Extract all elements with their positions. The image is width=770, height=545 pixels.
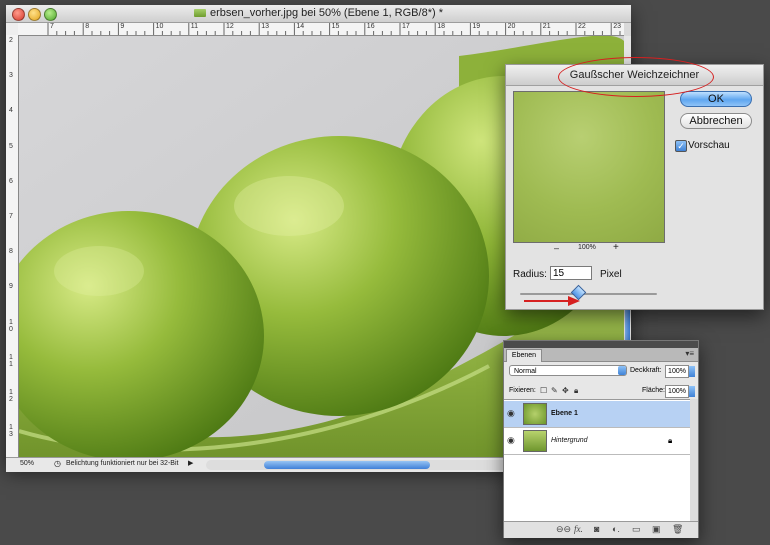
visibility-eye-icon[interactable]: ◉ bbox=[507, 408, 515, 419]
gaussian-blur-dialog: Gaußscher Weichzeichner – 100% + OK Abbr… bbox=[505, 64, 764, 310]
ruler-left-tick-label: 13 bbox=[9, 424, 13, 439]
layers-tabbar: Ebenen ▾≡ bbox=[504, 348, 698, 362]
preview-checkbox-label: Vorschau bbox=[688, 140, 730, 151]
lock-transparency-icon[interactable]: ☐ bbox=[540, 386, 547, 395]
ruler-left-tick-label: 10 bbox=[9, 318, 13, 333]
layers-panel-grip[interactable] bbox=[504, 341, 698, 348]
panel-menu-icon[interactable]: ▾≡ bbox=[685, 349, 694, 358]
preview-checkbox[interactable]: ✓ bbox=[675, 140, 687, 152]
ruler-left-tick-label: 4 bbox=[9, 107, 13, 115]
fill-label: Fläche: bbox=[642, 387, 665, 394]
blend-mode-chevron-icon bbox=[618, 366, 626, 375]
preview-zoom-in-button[interactable]: + bbox=[613, 242, 619, 253]
layer-row[interactable]: ◉ Hintergrund 🔒︎ bbox=[504, 428, 690, 455]
ruler-vertical[interactable]: 234567891011121314 bbox=[6, 35, 19, 462]
blend-mode-value: Normal bbox=[514, 368, 537, 375]
layers-list: ◉ Ebene 1 ◉ Hintergrund 🔒︎ bbox=[504, 399, 690, 522]
lock-position-icon[interactable]: ✥ bbox=[562, 386, 569, 395]
layer-style-fx-icon[interactable]: fx. bbox=[574, 524, 583, 534]
ruler-top-tick-label: 17 bbox=[402, 23, 410, 30]
ruler-top-tick-label: 13 bbox=[261, 23, 269, 30]
ruler-top-tick-label: 15 bbox=[331, 23, 340, 30]
lock-all-icon[interactable]: 🔒︎ bbox=[574, 386, 578, 396]
ruler-top-tick-label: 16 bbox=[366, 23, 375, 30]
new-group-icon[interactable]: ▭ bbox=[632, 524, 641, 535]
radius-label: Radius: bbox=[513, 269, 547, 280]
ruler-top-tick-label: 22 bbox=[578, 23, 586, 30]
ruler-top-tick-label: 18 bbox=[437, 23, 445, 30]
lock-pixels-icon[interactable]: ✎ bbox=[551, 386, 558, 395]
ruler-left-tick-label: 8 bbox=[9, 248, 13, 256]
layer-row[interactable]: ◉ Ebene 1 bbox=[504, 401, 690, 428]
new-layer-icon[interactable]: ▣ bbox=[652, 524, 661, 535]
ruler-left-tick-label: 3 bbox=[9, 72, 13, 80]
layers-panel: Ebenen ▾≡ Normal Deckkraft: 100% Fixiere… bbox=[503, 340, 699, 538]
ruler-left-tick-label: 7 bbox=[9, 213, 13, 220]
link-layers-icon[interactable]: ⊖⊖ bbox=[556, 524, 571, 535]
ruler-top-tick-label: 8 bbox=[85, 23, 90, 30]
document-title: erbsen_vorher.jpg bei 50% (Ebene 1, RGB/… bbox=[210, 7, 443, 19]
ruler-top-tick-label: 19 bbox=[472, 23, 481, 30]
add-mask-icon[interactable]: ◙ bbox=[594, 524, 599, 534]
ruler-top-tick-label: 7 bbox=[50, 23, 54, 30]
layers-scrollbar[interactable] bbox=[690, 399, 698, 521]
adjustment-layer-icon[interactable]: ◐. bbox=[612, 524, 620, 534]
ruler-left-tick-label: 6 bbox=[9, 177, 13, 185]
document-title-wrap: erbsen_vorher.jpg bei 50% (Ebene 1, RGB/… bbox=[6, 7, 631, 19]
opacity-field[interactable]: 100% bbox=[665, 365, 689, 378]
ok-button[interactable]: OK bbox=[680, 91, 752, 107]
ruler-left-tick-label: 9 bbox=[9, 283, 13, 291]
status-menu-arrow-icon[interactable]: ▶ bbox=[188, 459, 193, 467]
ruler-top-tick-label: 23 bbox=[613, 23, 621, 30]
preview-zoom-level: 100% bbox=[578, 244, 596, 251]
ruler-top-tick-label: 21 bbox=[542, 23, 551, 30]
opacity-label: Deckkraft: bbox=[630, 367, 662, 374]
visibility-eye-icon[interactable]: ◉ bbox=[507, 435, 515, 446]
radius-input[interactable] bbox=[550, 266, 592, 280]
fill-stepper-icon[interactable] bbox=[689, 386, 695, 397]
ruler-left-tick-label: 11 bbox=[9, 353, 13, 368]
tab-layers[interactable]: Ebenen bbox=[506, 349, 542, 362]
fill-field[interactable]: 100% bbox=[665, 385, 689, 398]
blur-preview[interactable] bbox=[513, 91, 665, 243]
lock-label: Fixieren: bbox=[509, 387, 536, 394]
annotation-ellipse bbox=[558, 57, 714, 97]
layers-footer: ⊖⊖ fx. ◙ ◐. ▭ ▣ 🗑︎ bbox=[504, 521, 698, 538]
radius-slider-track[interactable] bbox=[520, 293, 657, 295]
cancel-button[interactable]: Abbrechen bbox=[680, 113, 752, 129]
horizontal-scroll-thumb[interactable] bbox=[264, 461, 430, 469]
ruler-top-tick-label: 11 bbox=[190, 23, 199, 30]
layer-name: Ebene 1 bbox=[551, 410, 578, 417]
ruler-left-tick-label: 2 bbox=[9, 37, 13, 44]
ruler-left-tick-label: 5 bbox=[9, 142, 13, 150]
ruler-top-tick-label: 20 bbox=[507, 23, 516, 30]
zoom-level-field[interactable]: 50% bbox=[20, 460, 50, 470]
ruler-horizontal-ticks bbox=[47, 23, 621, 35]
image-file-icon bbox=[194, 9, 206, 18]
opacity-stepper-icon[interactable] bbox=[689, 366, 695, 377]
blend-mode-select[interactable]: Normal bbox=[509, 365, 627, 376]
ruler-left-tick-label: 12 bbox=[9, 389, 13, 403]
radius-unit-label: Pixel bbox=[600, 269, 622, 280]
ruler-horizontal[interactable]: 7 8 9 10 11 12 13 14 15 16 17 18 19 20 21 22 23 bbox=[18, 23, 624, 36]
layer-thumbnail bbox=[523, 403, 547, 425]
layer-thumbnail bbox=[523, 430, 547, 452]
layer-lock-icon: 🔒︎ bbox=[668, 436, 673, 445]
annotation-arrow-icon bbox=[524, 296, 580, 306]
document-titlebar[interactable]: erbsen_vorher.jpg bei 50% (Ebene 1, RGB/… bbox=[6, 5, 631, 23]
preview-zoom-out-button[interactable]: – bbox=[554, 243, 559, 253]
status-info-icon[interactable]: ◷ bbox=[54, 459, 61, 468]
ruler-top-tick-label: 14 bbox=[296, 23, 305, 30]
status-text: Belichtung funktioniert nur bei 32-Bit bbox=[66, 460, 179, 467]
delete-layer-icon[interactable]: 🗑︎ bbox=[672, 524, 683, 535]
ruler-top-tick-label: 10 bbox=[155, 23, 164, 30]
ruler-top-tick-label: 9 bbox=[120, 23, 125, 30]
ruler-top-tick-label: 12 bbox=[226, 23, 234, 30]
layer-name: Hintergrund bbox=[551, 437, 588, 444]
